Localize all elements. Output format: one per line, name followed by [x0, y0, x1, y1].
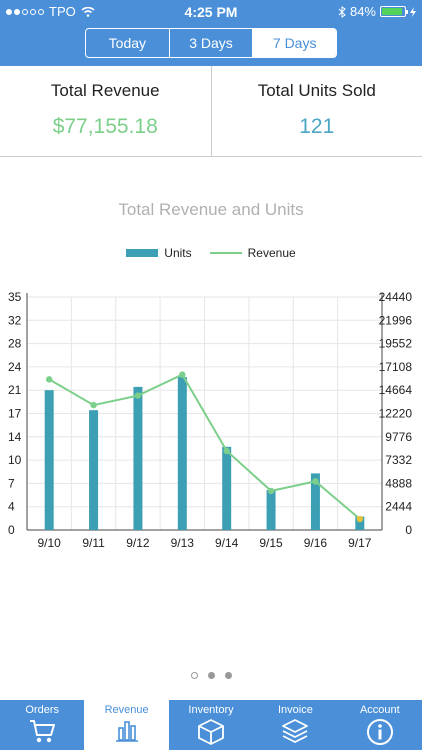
- left-tick-label: 10: [8, 453, 22, 467]
- total-units-value: 121: [299, 115, 335, 138]
- right-tick-label: 14664: [379, 383, 413, 397]
- segment-3-days[interactable]: 3 Days: [170, 29, 254, 57]
- bluetooth-icon: [338, 5, 346, 18]
- legend-units-swatch: [126, 249, 159, 257]
- bar-units: [266, 490, 276, 530]
- page-indicator: [0, 672, 422, 679]
- left-tick-label: 28: [8, 337, 22, 351]
- revenue-point: [267, 487, 275, 495]
- range-segmented-control[interactable]: Today 3 Days 7 Days: [85, 28, 337, 58]
- tab-revenue-label: Revenue: [104, 704, 149, 716]
- revenue-point: [356, 515, 364, 523]
- segment-7-days[interactable]: 7 Days: [253, 29, 336, 57]
- chart-legend: Units Revenue: [0, 246, 422, 260]
- right-tick-label: 2444: [385, 500, 412, 514]
- right-tick-label: 0: [405, 523, 412, 537]
- left-tick-label: 7: [8, 476, 15, 490]
- revenue-point: [45, 376, 53, 383]
- x-tick-label: 9/17: [348, 536, 372, 550]
- right-tick-label: 24440: [379, 290, 413, 304]
- info-icon: [366, 719, 393, 745]
- tab-orders[interactable]: Orders: [0, 700, 84, 750]
- right-tick-label: 17108: [379, 360, 413, 374]
- layers-icon: [282, 719, 309, 744]
- bar-units: [89, 410, 99, 530]
- x-tick-label: 9/15: [259, 536, 283, 550]
- total-units-card: Total Units Sold 121: [212, 66, 422, 156]
- cart-icon: [30, 720, 56, 743]
- left-tick-label: 21: [8, 383, 22, 397]
- tab-account[interactable]: Account: [338, 700, 422, 750]
- right-tick-label: 19552: [379, 337, 413, 351]
- total-units-label: Total Units Sold: [257, 81, 376, 100]
- bar-units: [44, 390, 54, 530]
- left-tick-label: 24: [8, 360, 22, 374]
- left-tick-label: 0: [8, 523, 15, 537]
- right-tick-label: 21996: [379, 313, 413, 327]
- left-tick-label: 32: [8, 313, 22, 327]
- total-revenue-label: Total Revenue: [50, 81, 160, 100]
- tab-account-label: Account: [359, 704, 400, 716]
- revenue-point: [223, 447, 230, 455]
- left-tick-label: 17: [8, 407, 22, 421]
- tab-invoice[interactable]: Invoice: [253, 700, 337, 750]
- x-tick-label: 9/16: [304, 536, 328, 550]
- battery-percent: 84%: [349, 4, 376, 19]
- right-tick-label: 7332: [385, 453, 412, 467]
- revenue-point: [179, 371, 186, 378]
- top-bar: TPO 4:25 PM 84% Today 3 Days 7 Days: [0, 0, 422, 66]
- x-tick-label: 9/14: [215, 536, 239, 550]
- left-tick-label: 14: [8, 430, 22, 444]
- charging-icon: [410, 6, 416, 17]
- bar-chart-icon: [115, 721, 138, 742]
- legend-units-label: Units: [164, 246, 192, 260]
- bar-units: [222, 446, 232, 530]
- total-revenue-card: Total Revenue $77,155.18: [0, 66, 212, 156]
- segment-today[interactable]: Today: [86, 29, 170, 57]
- bar-units: [133, 386, 143, 530]
- total-revenue-value: $77,155.18: [52, 115, 158, 138]
- revenue-point: [312, 478, 319, 485]
- box-icon: [198, 719, 224, 745]
- chart-title: Total Revenue and Units: [118, 200, 304, 219]
- status-bar: TPO 4:25 PM 84%: [0, 0, 422, 24]
- tab-orders-label: Orders: [25, 704, 60, 716]
- tab-revenue[interactable]: Revenue: [84, 700, 169, 750]
- x-tick-label: 9/13: [171, 536, 195, 550]
- legend-revenue-swatch: [209, 252, 242, 254]
- left-tick-label: 35: [8, 290, 22, 304]
- x-tick-label: 9/12: [126, 536, 150, 550]
- tab-inventory-label: Inventory: [188, 704, 234, 716]
- right-tick-label: 9776: [385, 430, 412, 444]
- x-tick-label: 9/10: [38, 536, 62, 550]
- page-dot-3[interactable]: [224, 672, 232, 679]
- battery-icon: [380, 6, 408, 17]
- revenue-point: [134, 392, 142, 399]
- right-tick-label: 4888: [385, 476, 412, 490]
- tab-inventory[interactable]: Inventory: [169, 700, 253, 750]
- right-tick-label: 12220: [379, 407, 413, 421]
- revenue-point: [90, 401, 97, 409]
- bar-units: [177, 376, 187, 530]
- tab-invoice-label: Invoice: [277, 704, 313, 716]
- tab-bar: Orders Revenue Inventory Invoice Account: [0, 700, 422, 750]
- legend-revenue-label: Revenue: [247, 246, 296, 260]
- page-dot-2[interactable]: [207, 672, 215, 679]
- revenue-units-chart: 0 4 7 10 14 17 21 24 28 32 35 0 2444 4888 7332 9776 1222…: [8, 290, 413, 550]
- page-dot-1[interactable]: [190, 672, 198, 679]
- x-tick-label: 9/11: [82, 536, 105, 550]
- left-tick-label: 4: [8, 500, 15, 514]
- stats-panel: Total Revenue $77,155.18 Total Units Sol…: [0, 66, 422, 157]
